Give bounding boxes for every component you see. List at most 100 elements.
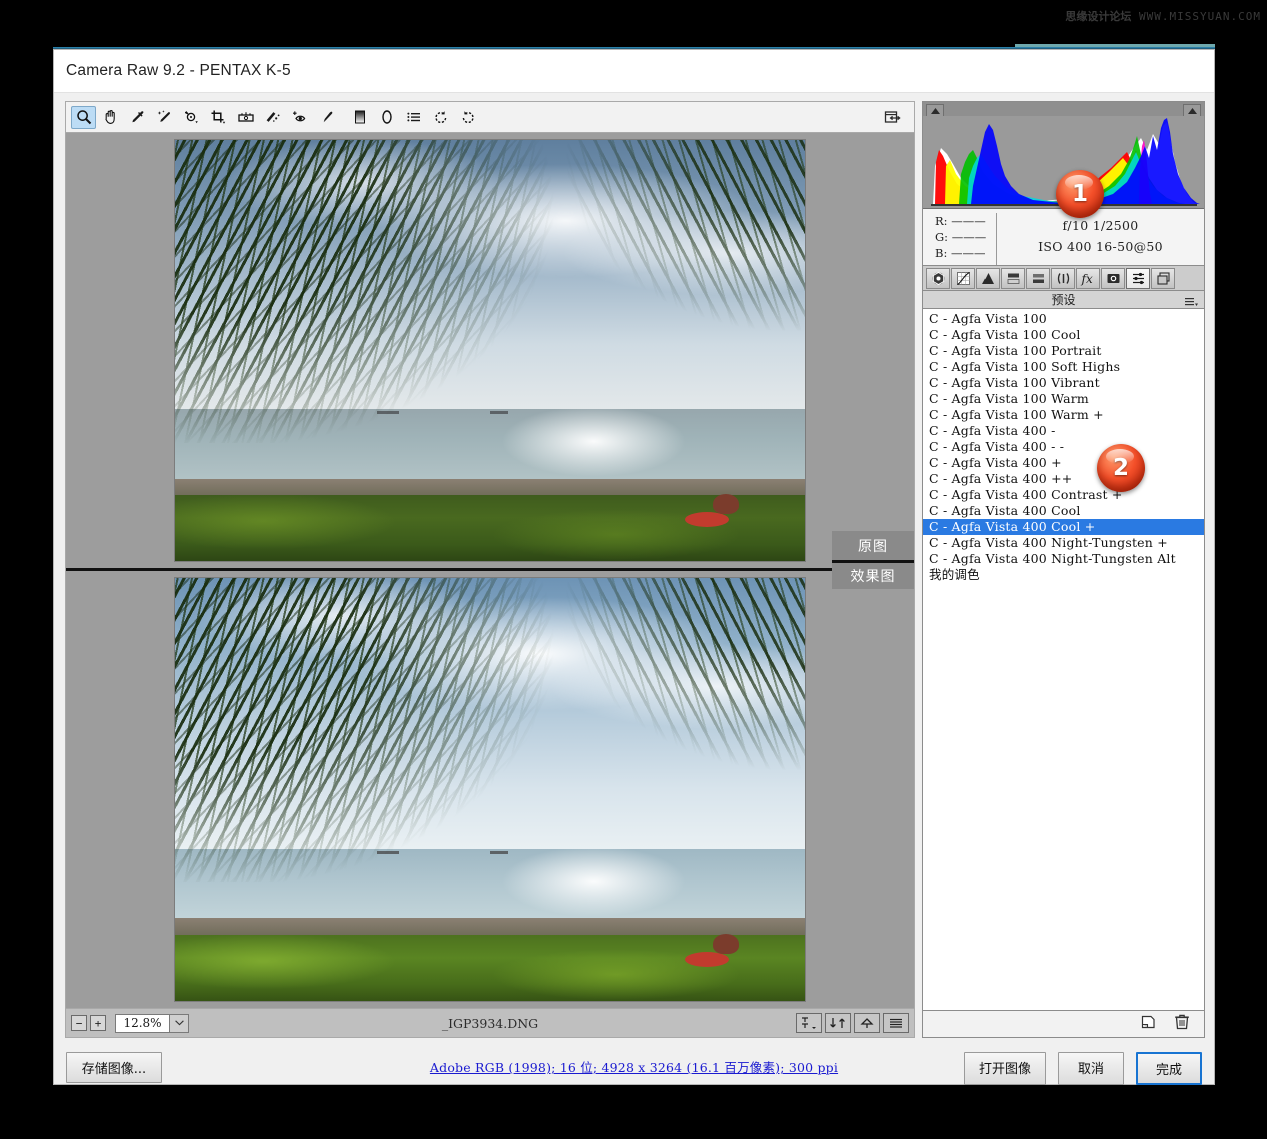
- list-item[interactable]: C - Agfa Vista 400 Cool: [923, 503, 1204, 519]
- list-item[interactable]: 我的调色: [923, 567, 1204, 583]
- after-photo: [175, 578, 805, 1002]
- cancel-button[interactable]: 取消: [1058, 1052, 1124, 1085]
- red-eye-icon: [291, 109, 309, 125]
- rotate-right-tool-button[interactable]: [455, 106, 480, 129]
- tab-hsl-grayscale[interactable]: [1001, 268, 1025, 289]
- watermark-cn-text: 思缘设计论坛: [1065, 10, 1131, 23]
- delete-preset-icon[interactable]: [1174, 1013, 1190, 1035]
- color-sampler-tool-button[interactable]: [152, 106, 177, 129]
- presets-title: 预设: [1051, 291, 1075, 308]
- right-panel: R: ——— G: ——— B: ——— f/10 1/2500 ISO 400…: [922, 101, 1205, 1038]
- zoom-in-button[interactable]: +: [90, 1015, 106, 1031]
- tab-tone-curve[interactable]: [951, 268, 975, 289]
- window-footer: 存储图像... Adobe RGB (1998); 16 位; 4928 x 3…: [54, 1038, 1214, 1120]
- list-item[interactable]: C - Agfa Vista 400 +: [923, 455, 1204, 471]
- tab-snapshots[interactable]: [1151, 268, 1175, 289]
- zoom-level-value[interactable]: 12.8%: [115, 1014, 170, 1033]
- tab-effects[interactable]: fx: [1076, 268, 1100, 289]
- list-item[interactable]: C - Agfa Vista 100 Warm: [923, 391, 1204, 407]
- crop-icon: [210, 109, 228, 125]
- select-rated-icon[interactable]: [854, 1013, 880, 1033]
- tab-basic[interactable]: [926, 268, 950, 289]
- window-accent-line-secondary: [1015, 44, 1215, 47]
- new-preset-icon[interactable]: [1140, 1014, 1156, 1035]
- list-item[interactable]: C - Agfa Vista 400 Night-Tungsten Alt: [923, 551, 1204, 567]
- previous-next-image-icon[interactable]: [825, 1013, 851, 1033]
- hand-icon: [103, 109, 119, 125]
- site-watermark: 思缘设计论坛 WWW.MISSYUAN.COM: [1065, 8, 1261, 24]
- preview-after[interactable]: [66, 571, 914, 1009]
- presets-footer: [922, 1011, 1205, 1038]
- red-eye-removal-tool-button[interactable]: [287, 106, 312, 129]
- window-titlebar: Camera Raw 9.2 - PENTAX K-5: [54, 50, 1214, 93]
- tools-toolbar: [65, 101, 915, 132]
- exif-aperture-shutter: f/10 1/2500: [997, 215, 1204, 236]
- callout-badge-1: 1: [1056, 170, 1104, 218]
- preview-before[interactable]: [66, 133, 914, 571]
- zoom-out-button[interactable]: −: [71, 1015, 87, 1031]
- radial-filter-tool-button[interactable]: [374, 106, 399, 129]
- done-button[interactable]: 完成: [1136, 1052, 1202, 1085]
- zoom-tool-button[interactable]: [71, 106, 96, 129]
- fx-icon: fx: [1080, 271, 1097, 286]
- tab-detail[interactable]: [976, 268, 1000, 289]
- g-label: G:: [935, 230, 948, 244]
- current-filename: _IGP3934.DNG: [66, 1016, 914, 1031]
- white-balance-tool-button[interactable]: [125, 106, 150, 129]
- list-preferences-icon: [405, 109, 423, 125]
- histogram-clipping-bar: [923, 102, 1204, 116]
- adjustment-panel-tabs: fx: [922, 266, 1205, 291]
- preview-status-bar: − + 12.8% _IGP3934.DNG: [65, 1009, 915, 1038]
- tone-curve-icon: [956, 271, 971, 286]
- before-after-labels: 原图 效果图: [832, 531, 914, 589]
- rgb-readout: R: ——— G: ——— B: ———: [923, 213, 997, 265]
- crop-tool-button[interactable]: [206, 106, 231, 129]
- tab-presets[interactable]: [1126, 268, 1150, 289]
- list-item[interactable]: C - Agfa Vista 100 Soft Highs: [923, 359, 1204, 375]
- list-item[interactable]: C - Agfa Vista 100 Cool: [923, 327, 1204, 343]
- triangle-up-icon: [1187, 107, 1198, 115]
- after-label[interactable]: 效果图: [832, 560, 914, 589]
- eyedropper-icon: [130, 109, 146, 125]
- straighten-tool-button[interactable]: [233, 106, 258, 129]
- tab-lens-corrections[interactable]: [1051, 268, 1075, 289]
- list-item[interactable]: C - Agfa Vista 400 ++: [923, 471, 1204, 487]
- triangle-up-icon: [930, 107, 941, 115]
- list-item[interactable]: C - Agfa Vista 100 Portrait: [923, 343, 1204, 359]
- presets-panel-header: 预设: [922, 291, 1205, 308]
- list-item[interactable]: C - Agfa Vista 400 Night-Tungsten +: [923, 535, 1204, 551]
- tab-camera-calibration[interactable]: [1101, 268, 1125, 289]
- svg-text:fx: fx: [1080, 272, 1092, 286]
- adjustment-brush-tool-button[interactable]: [314, 106, 339, 129]
- fullscreen-toggle-icon: [883, 109, 902, 126]
- list-item-selected[interactable]: C - Agfa Vista 400 Cool +: [923, 519, 1204, 535]
- radial-filter-icon: [378, 109, 396, 125]
- rotate-counterclockwise-icon: [432, 109, 450, 125]
- list-item[interactable]: C - Agfa Vista 100 Vibrant: [923, 375, 1204, 391]
- tab-split-toning[interactable]: [1026, 268, 1050, 289]
- rotate-clockwise-icon: [459, 109, 477, 125]
- list-item[interactable]: C - Agfa Vista 400 -: [923, 423, 1204, 439]
- open-image-button[interactable]: 打开图像: [964, 1052, 1046, 1085]
- list-item[interactable]: C - Agfa Vista 100: [923, 311, 1204, 327]
- filmstrip-icon[interactable]: [883, 1013, 909, 1033]
- before-label[interactable]: 原图: [832, 531, 914, 560]
- left-column: 原图 效果图 − + 12.8% _IGP3934.DNG: [65, 101, 915, 1038]
- after-photo-frame: [174, 577, 806, 1003]
- hand-tool-button[interactable]: [98, 106, 123, 129]
- list-item[interactable]: C - Agfa Vista 100 Warm +: [923, 407, 1204, 423]
- preferences-tool-button[interactable]: [401, 106, 426, 129]
- synchronize-icon[interactable]: [796, 1013, 822, 1033]
- zoom-level-dropdown[interactable]: [170, 1014, 189, 1033]
- presets-flyout-menu-button[interactable]: [1185, 294, 1198, 312]
- presets-list[interactable]: C - Agfa Vista 100 C - Agfa Vista 100 Co…: [922, 308, 1205, 1011]
- targeted-adjustment-tool-button[interactable]: [179, 106, 204, 129]
- rotate-left-tool-button[interactable]: [428, 106, 453, 129]
- list-item[interactable]: C - Agfa Vista 400 - -: [923, 439, 1204, 455]
- list-item[interactable]: C - Agfa Vista 400 Contrast +: [923, 487, 1204, 503]
- spot-removal-tool-button[interactable]: [260, 106, 285, 129]
- hsl-grayscale-icon: [1006, 271, 1021, 286]
- image-preview-area[interactable]: 原图 效果图: [65, 132, 915, 1009]
- graduated-filter-tool-button[interactable]: [347, 106, 372, 129]
- toggle-fullscreen-button[interactable]: [880, 106, 905, 129]
